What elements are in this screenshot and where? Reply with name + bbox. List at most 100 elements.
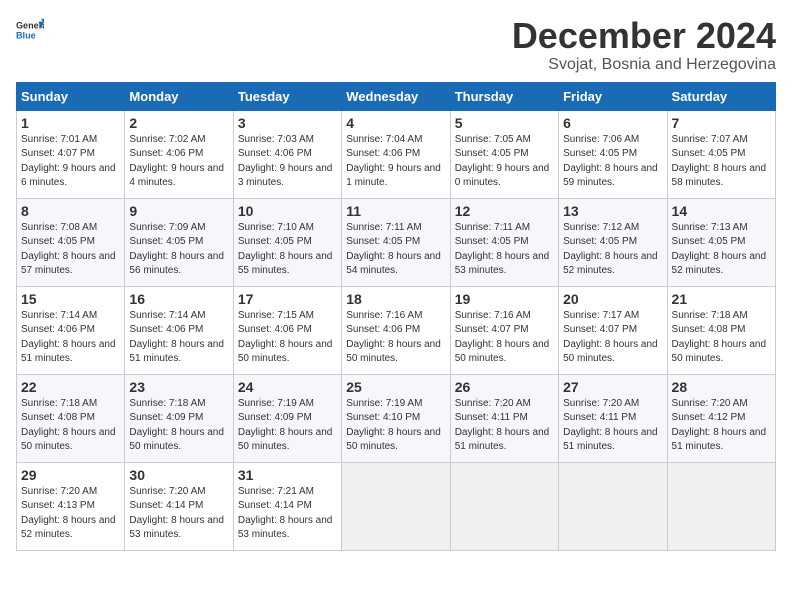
day-number: 17 bbox=[238, 291, 337, 307]
day-number: 11 bbox=[346, 203, 445, 219]
day-number: 3 bbox=[238, 115, 337, 131]
page-header: General Blue December 2024 Svojat, Bosni… bbox=[16, 16, 776, 74]
calendar-day-cell: 5 Sunrise: 7:05 AMSunset: 4:05 PMDaylight… bbox=[450, 110, 558, 198]
day-info: Sunrise: 7:04 AMSunset: 4:06 PMDaylight:… bbox=[346, 134, 441, 189]
calendar-day-cell: 11 Sunrise: 7:11 AMSunset: 4:05 PMDayligh… bbox=[342, 198, 450, 286]
day-info: Sunrise: 7:16 AMSunset: 4:06 PMDaylight:… bbox=[346, 310, 441, 365]
calendar-week-row: 8 Sunrise: 7:08 AMSunset: 4:05 PMDaylight… bbox=[17, 198, 776, 286]
day-number: 8 bbox=[21, 203, 120, 219]
calendar-day-cell: 26 Sunrise: 7:20 AMSunset: 4:11 PMDayligh… bbox=[450, 374, 558, 462]
day-info: Sunrise: 7:21 AMSunset: 4:14 PMDaylight:… bbox=[238, 486, 333, 541]
day-info: Sunrise: 7:14 AMSunset: 4:06 PMDaylight:… bbox=[21, 310, 116, 365]
day-info: Sunrise: 7:01 AMSunset: 4:07 PMDaylight:… bbox=[21, 134, 116, 189]
day-info: Sunrise: 7:12 AMSunset: 4:05 PMDaylight:… bbox=[563, 222, 658, 277]
day-info: Sunrise: 7:11 AMSunset: 4:05 PMDaylight:… bbox=[346, 222, 441, 277]
calendar-day-cell bbox=[667, 462, 775, 550]
day-number: 2 bbox=[129, 115, 228, 131]
day-info: Sunrise: 7:11 AMSunset: 4:05 PMDaylight:… bbox=[455, 222, 550, 277]
page-subtitle: Svojat, Bosnia and Herzegovina bbox=[512, 56, 776, 74]
day-info: Sunrise: 7:19 AMSunset: 4:10 PMDaylight:… bbox=[346, 398, 441, 453]
day-number: 15 bbox=[21, 291, 120, 307]
day-number: 19 bbox=[455, 291, 554, 307]
calendar-day-cell: 13 Sunrise: 7:12 AMSunset: 4:05 PMDayligh… bbox=[559, 198, 667, 286]
day-info: Sunrise: 7:18 AMSunset: 4:08 PMDaylight:… bbox=[672, 310, 767, 365]
day-info: Sunrise: 7:09 AMSunset: 4:05 PMDaylight:… bbox=[129, 222, 224, 277]
calendar-day-cell: 24Sunrise: 7:19 AMSunset: 4:09 PMDayligh… bbox=[233, 374, 341, 462]
day-info: Sunrise: 7:05 AMSunset: 4:05 PMDaylight:… bbox=[455, 134, 550, 189]
calendar-day-cell: 1Sunrise: 7:01 AMSunset: 4:07 PMDaylight… bbox=[17, 110, 125, 198]
svg-text:Blue: Blue bbox=[16, 30, 36, 40]
calendar-day-cell: 20Sunrise: 7:17 AMSunset: 4:07 PMDayligh… bbox=[559, 286, 667, 374]
day-number: 12 bbox=[455, 203, 554, 219]
calendar-day-cell: 6 Sunrise: 7:06 AMSunset: 4:05 PMDaylight… bbox=[559, 110, 667, 198]
calendar-day-cell: 8 Sunrise: 7:08 AMSunset: 4:05 PMDaylight… bbox=[17, 198, 125, 286]
calendar-day-cell bbox=[450, 462, 558, 550]
day-info: Sunrise: 7:19 AMSunset: 4:09 PMDaylight:… bbox=[238, 398, 333, 453]
day-info: Sunrise: 7:18 AMSunset: 4:09 PMDaylight:… bbox=[129, 398, 224, 453]
day-number: 27 bbox=[563, 379, 662, 395]
calendar-day-cell: 23 Sunrise: 7:18 AMSunset: 4:09 PMDayligh… bbox=[125, 374, 233, 462]
day-number: 22 bbox=[21, 379, 120, 395]
calendar-day-cell: 17Sunrise: 7:15 AMSunset: 4:06 PMDayligh… bbox=[233, 286, 341, 374]
day-number: 30 bbox=[129, 467, 228, 483]
day-info: Sunrise: 7:07 AMSunset: 4:05 PMDaylight:… bbox=[672, 134, 767, 189]
calendar-day-cell: 16Sunrise: 7:14 AMSunset: 4:06 PMDayligh… bbox=[125, 286, 233, 374]
calendar-day-cell bbox=[559, 462, 667, 550]
day-number: 26 bbox=[455, 379, 554, 395]
day-number: 4 bbox=[346, 115, 445, 131]
calendar-day-cell: 2 Sunrise: 7:02 AMSunset: 4:06 PMDaylight… bbox=[125, 110, 233, 198]
day-info: Sunrise: 7:02 AMSunset: 4:06 PMDaylight:… bbox=[129, 134, 224, 189]
weekday-header-cell: Friday bbox=[559, 82, 667, 110]
calendar-day-cell: 3 Sunrise: 7:03 AMSunset: 4:06 PMDaylight… bbox=[233, 110, 341, 198]
day-info: Sunrise: 7:03 AMSunset: 4:06 PMDaylight:… bbox=[238, 134, 333, 189]
weekday-header-cell: Monday bbox=[125, 82, 233, 110]
calendar-week-row: 15 Sunrise: 7:14 AMSunset: 4:06 PMDayligh… bbox=[17, 286, 776, 374]
calendar-day-cell: 10 Sunrise: 7:10 AMSunset: 4:05 PMDayligh… bbox=[233, 198, 341, 286]
calendar-day-cell: 28 Sunrise: 7:20 AMSunset: 4:12 PMDayligh… bbox=[667, 374, 775, 462]
day-number: 5 bbox=[455, 115, 554, 131]
calendar-day-cell: 21 Sunrise: 7:18 AMSunset: 4:08 PMDayligh… bbox=[667, 286, 775, 374]
day-info: Sunrise: 7:20 AMSunset: 4:12 PMDaylight:… bbox=[672, 398, 767, 453]
day-info: Sunrise: 7:16 AMSunset: 4:07 PMDaylight:… bbox=[455, 310, 550, 365]
calendar-day-cell: 9 Sunrise: 7:09 AMSunset: 4:05 PMDaylight… bbox=[125, 198, 233, 286]
calendar-week-row: 1Sunrise: 7:01 AMSunset: 4:07 PMDaylight… bbox=[17, 110, 776, 198]
calendar-day-cell: 25 Sunrise: 7:19 AMSunset: 4:10 PMDayligh… bbox=[342, 374, 450, 462]
day-number: 9 bbox=[129, 203, 228, 219]
calendar-day-cell bbox=[342, 462, 450, 550]
calendar-day-cell: 19 Sunrise: 7:16 AMSunset: 4:07 PMDayligh… bbox=[450, 286, 558, 374]
day-number: 21 bbox=[672, 291, 771, 307]
weekday-header-cell: Wednesday bbox=[342, 82, 450, 110]
calendar-week-row: 29Sunrise: 7:20 AMSunset: 4:13 PMDayligh… bbox=[17, 462, 776, 550]
day-number: 7 bbox=[672, 115, 771, 131]
day-info: Sunrise: 7:10 AMSunset: 4:05 PMDaylight:… bbox=[238, 222, 333, 277]
page-title: December 2024 bbox=[512, 16, 776, 56]
title-block: December 2024 Svojat, Bosnia and Herzego… bbox=[512, 16, 776, 74]
calendar-day-cell: 29Sunrise: 7:20 AMSunset: 4:13 PMDayligh… bbox=[17, 462, 125, 550]
calendar-day-cell: 31Sunrise: 7:21 AMSunset: 4:14 PMDayligh… bbox=[233, 462, 341, 550]
calendar-day-cell: 7 Sunrise: 7:07 AMSunset: 4:05 PMDaylight… bbox=[667, 110, 775, 198]
calendar-day-cell: 22 Sunrise: 7:18 AMSunset: 4:08 PMDayligh… bbox=[17, 374, 125, 462]
weekday-header-cell: Thursday bbox=[450, 82, 558, 110]
day-info: Sunrise: 7:18 AMSunset: 4:08 PMDaylight:… bbox=[21, 398, 116, 453]
calendar-day-cell: 30Sunrise: 7:20 AMSunset: 4:14 PMDayligh… bbox=[125, 462, 233, 550]
logo-icon: General Blue bbox=[16, 16, 44, 44]
day-info: Sunrise: 7:13 AMSunset: 4:05 PMDaylight:… bbox=[672, 222, 767, 277]
weekday-header-cell: Tuesday bbox=[233, 82, 341, 110]
calendar-week-row: 22 Sunrise: 7:18 AMSunset: 4:08 PMDayligh… bbox=[17, 374, 776, 462]
day-info: Sunrise: 7:06 AMSunset: 4:05 PMDaylight:… bbox=[563, 134, 658, 189]
day-number: 23 bbox=[129, 379, 228, 395]
logo: General Blue bbox=[16, 16, 44, 44]
day-number: 28 bbox=[672, 379, 771, 395]
day-number: 25 bbox=[346, 379, 445, 395]
day-info: Sunrise: 7:20 AMSunset: 4:11 PMDaylight:… bbox=[563, 398, 658, 453]
day-info: Sunrise: 7:20 AMSunset: 4:11 PMDaylight:… bbox=[455, 398, 550, 453]
calendar-day-cell: 18Sunrise: 7:16 AMSunset: 4:06 PMDayligh… bbox=[342, 286, 450, 374]
day-info: Sunrise: 7:14 AMSunset: 4:06 PMDaylight:… bbox=[129, 310, 224, 365]
day-info: Sunrise: 7:17 AMSunset: 4:07 PMDaylight:… bbox=[563, 310, 658, 365]
calendar-day-cell: 27 Sunrise: 7:20 AMSunset: 4:11 PMDayligh… bbox=[559, 374, 667, 462]
day-number: 13 bbox=[563, 203, 662, 219]
weekday-header-cell: Sunday bbox=[17, 82, 125, 110]
day-number: 10 bbox=[238, 203, 337, 219]
day-number: 6 bbox=[563, 115, 662, 131]
day-info: Sunrise: 7:08 AMSunset: 4:05 PMDaylight:… bbox=[21, 222, 116, 277]
